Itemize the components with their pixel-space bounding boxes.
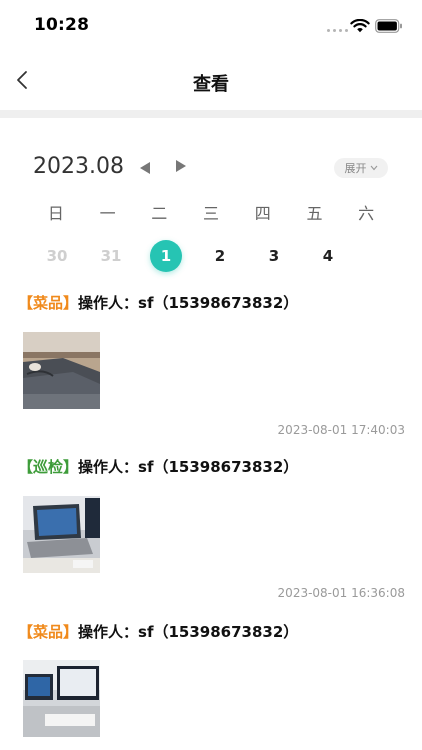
weekday-sat: 六 [358,204,375,223]
weekday-sun: 日 [47,204,64,223]
weekday-tue: 二 [151,204,168,223]
date-cell-prev-month[interactable]: 30 [41,240,73,272]
month-label: 2023.08 [33,154,124,179]
date-cell[interactable]: 2 [204,240,236,272]
nav-bar: 查看 [0,52,422,110]
record-header: 【巡检】操作人：sf（15398673832） [18,456,298,477]
record-type-tag: 【菜品】 [18,623,79,641]
date-cell-selected[interactable]: 1 [150,240,182,272]
record-operator: 操作人：sf（15398673832） [78,458,299,476]
record-header: 【菜品】操作人：sf（15398673832） [18,292,298,313]
weekday-wed: 三 [203,204,220,223]
prev-month-button[interactable] [135,157,155,179]
weekday-header-row: 日 一 二 三 四 五 六 [30,200,392,224]
weekday-mon: 一 [99,204,116,223]
weekday-thu: 四 [254,204,271,223]
caret-right-icon [176,160,186,172]
record-type-tag: 【巡检】 [18,458,79,476]
record-photo-thumbnail[interactable] [23,660,100,737]
page-title: 查看 [193,74,229,95]
monitor-keyboard-photo [23,660,100,737]
record-photo-thumbnail[interactable] [23,332,100,409]
caret-left-icon [140,162,150,174]
status-bar: 10:28 [0,0,422,52]
laptop-on-desk-photo [23,496,100,573]
expand-calendar-button[interactable]: 展开 [334,158,388,178]
date-cell[interactable]: 4 [312,240,344,272]
battery-icon [375,19,402,33]
record-photo-thumbnail[interactable] [23,496,100,573]
status-time: 10:28 [34,15,90,35]
record-type-tag: 【菜品】 [18,294,79,312]
chevron-down-icon [370,165,377,171]
expand-label: 展开 [344,162,367,175]
record-operator: 操作人：sf（15398673832） [78,623,299,641]
sleeve-on-desk-photo [23,332,100,409]
weekday-fri: 五 [306,204,323,223]
date-cell[interactable]: 3 [258,240,290,272]
next-month-button[interactable] [171,155,191,177]
record-operator: 操作人：sf（15398673832） [78,294,299,312]
wifi-icon [350,19,370,33]
cellular-signal-icon [327,29,348,32]
record-header: 【菜品】操作人：sf（15398673832） [18,621,298,642]
section-divider [0,110,422,118]
record-timestamp: 2023-08-01 17:40:03 [277,423,405,437]
date-cell-prev-month[interactable]: 31 [95,240,127,272]
record-timestamp: 2023-08-01 16:36:08 [277,586,405,600]
